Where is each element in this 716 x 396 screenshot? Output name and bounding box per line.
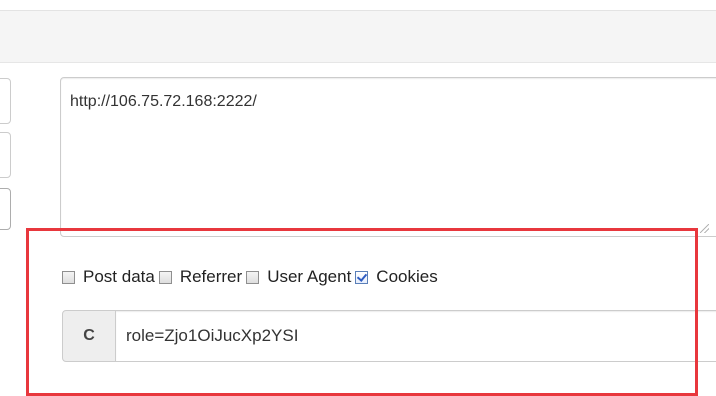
resize-grip-icon[interactable] bbox=[700, 224, 709, 233]
cookie-addon-label: C bbox=[62, 310, 116, 362]
user-agent-label: User Agent bbox=[267, 267, 352, 286]
side-button-3[interactable] bbox=[0, 188, 11, 230]
option-cookies[interactable]: Cookies bbox=[355, 267, 438, 287]
url-textarea[interactable]: http://106.75.72.168:2222/ bbox=[60, 77, 716, 237]
referrer-label: Referrer bbox=[179, 267, 243, 286]
side-button-2[interactable] bbox=[0, 132, 11, 178]
top-toolbar bbox=[0, 10, 716, 63]
cookie-input[interactable]: role=Zjo1OiJucXp2YSI bbox=[116, 310, 716, 362]
url-text: http://106.75.72.168:2222/ bbox=[70, 93, 257, 110]
side-button-1[interactable] bbox=[0, 78, 11, 124]
cookies-label: Cookies bbox=[376, 267, 438, 286]
post-data-label: Post data bbox=[83, 267, 155, 286]
option-user-agent[interactable]: User Agent bbox=[246, 267, 351, 287]
cookie-input-group: C role=Zjo1OiJucXp2YSI bbox=[62, 310, 716, 362]
post-data-checkbox[interactable] bbox=[62, 270, 75, 284]
option-referrer[interactable]: Referrer bbox=[158, 267, 243, 287]
user-agent-checkbox[interactable] bbox=[246, 270, 260, 284]
referrer-checkbox[interactable] bbox=[158, 270, 172, 284]
options-row: Post data Referrer User Agent Cookies bbox=[62, 266, 442, 288]
cookies-checkbox[interactable] bbox=[355, 270, 369, 284]
option-post-data[interactable]: Post data bbox=[62, 267, 155, 287]
